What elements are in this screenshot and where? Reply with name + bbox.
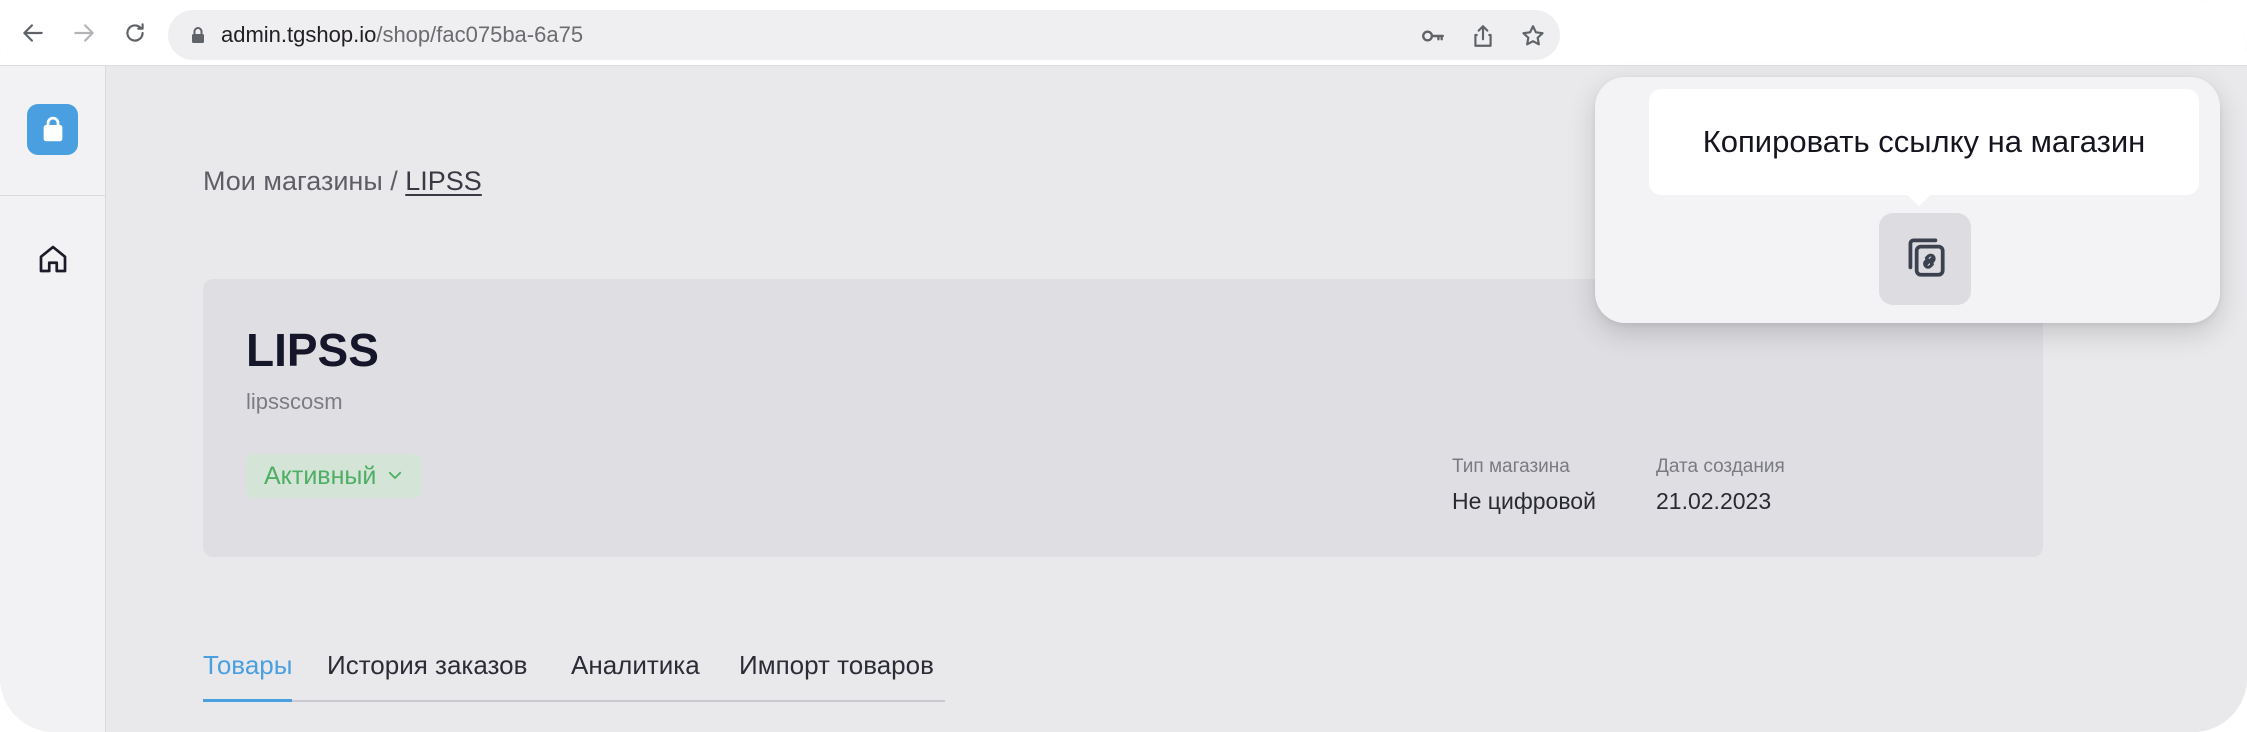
chevron-down-icon [386, 462, 404, 491]
browser-window: admin.tgshop.io/shop/fac075ba-6a75 Мои м… [0, 0, 2247, 732]
tab-order-history[interactable]: История заказов [327, 650, 527, 700]
breadcrumb-parent-link[interactable]: Мои магазины [203, 166, 383, 196]
tab-bar: Товары История заказов Аналитика Импорт … [203, 650, 945, 702]
shop-type-block: Тип магазина Не цифровой [1452, 456, 1596, 515]
created-date-value: 21.02.2023 [1656, 488, 1772, 514]
home-icon[interactable] [35, 241, 71, 277]
tooltip: Копировать ссылку на магазин [1649, 89, 2199, 195]
shop-type-label: Тип магазина [1452, 456, 1570, 477]
url-text: admin.tgshop.io/shop/fac075ba-6a75 [221, 22, 583, 48]
lock-icon[interactable] [186, 23, 210, 47]
sidebar-header [0, 66, 106, 196]
back-icon[interactable] [14, 14, 52, 52]
url-host: admin.tgshop.io [221, 22, 377, 47]
share-icon[interactable] [1469, 22, 1497, 50]
reload-icon[interactable] [116, 14, 154, 52]
breadcrumb: Мои магазины / LIPSS [203, 166, 482, 197]
created-date-block: Дата создания 21.02.2023 [1656, 456, 1785, 515]
copy-link-button[interactable] [1879, 213, 1971, 305]
forward-icon[interactable] [65, 14, 103, 52]
browser-toolbar: admin.tgshop.io/shop/fac075ba-6a75 [0, 0, 2247, 66]
shop-title: LIPSS [246, 324, 379, 376]
shop-type-value: Не цифровой [1452, 488, 1596, 514]
copy-link-popup: Копировать ссылку на магазин [1595, 77, 2220, 323]
status-label: Активный [264, 461, 377, 490]
shop-handle: lipsscosm [246, 389, 343, 414]
tab-products[interactable]: Товары [203, 650, 293, 702]
breadcrumb-separator: / [390, 166, 398, 196]
created-date-label: Дата создания [1656, 456, 1785, 477]
shopping-bag-icon[interactable] [27, 104, 78, 155]
star-icon[interactable] [1519, 22, 1547, 50]
copy-link-icon [1900, 232, 1950, 287]
sidebar [0, 66, 106, 732]
url-path: /shop/fac075ba-6a75 [376, 22, 584, 47]
tab-analytics[interactable]: Аналитика [571, 650, 700, 700]
breadcrumb-current[interactable]: LIPSS [405, 166, 482, 196]
status-dropdown[interactable]: Активный [246, 454, 423, 498]
address-bar[interactable]: admin.tgshop.io/shop/fac075ba-6a75 [168, 10, 1560, 60]
key-icon[interactable] [1419, 22, 1447, 50]
tab-import-products[interactable]: Импорт товаров [739, 650, 934, 700]
